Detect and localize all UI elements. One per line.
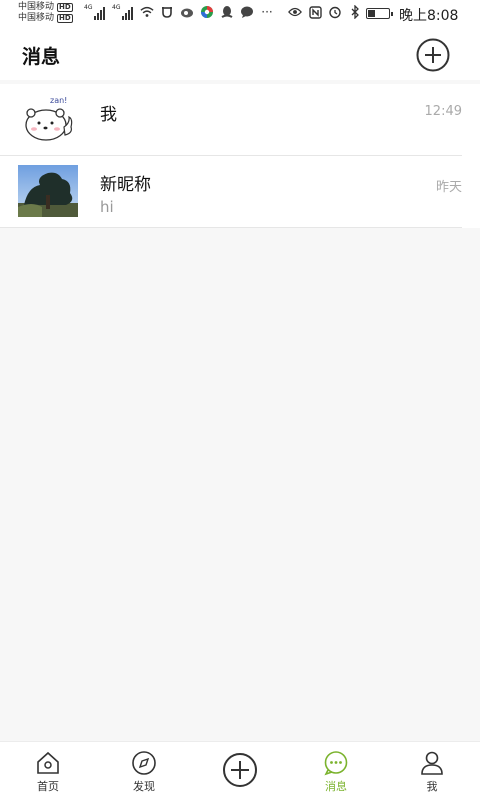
user-icon	[421, 751, 443, 775]
tab-me[interactable]: 我	[384, 742, 480, 800]
page-title: 消息	[22, 46, 61, 68]
add-button[interactable]	[416, 38, 450, 72]
tree-photo-icon	[18, 165, 78, 217]
carrier-2: 中国移动	[18, 13, 55, 23]
carrier-1: 中国移动	[18, 2, 55, 12]
message-bubble-icon	[240, 5, 254, 19]
conversation-name: 新昵称	[100, 175, 151, 195]
home-icon	[37, 751, 59, 774]
tab-label: 消息	[325, 780, 347, 793]
hd-badge: HD	[57, 14, 73, 23]
compass-icon	[132, 751, 156, 775]
conversation-item[interactable]: zan! 我 12:49	[0, 84, 462, 156]
tab-home[interactable]: 首页	[0, 742, 96, 800]
plus-circle-icon	[416, 38, 450, 72]
status-bar: 中国移动 HD 中国移动 HD 4G 4G ··· 晚上8:08	[0, 0, 480, 28]
more-icon: ···	[261, 5, 273, 19]
conversation-preview: hi	[100, 198, 114, 216]
alarm-icon	[328, 5, 342, 19]
status-time: 晚上8:08	[399, 8, 459, 24]
signal-icon: 4G	[112, 4, 134, 20]
svg-text:zan!: zan!	[50, 96, 67, 105]
tab-add[interactable]	[192, 742, 288, 800]
conversation-name: 我	[100, 105, 117, 125]
bluetooth-icon	[348, 5, 362, 19]
eye-icon	[288, 5, 302, 19]
wifi-icon	[140, 5, 154, 19]
bear-sticker-icon: zan!	[18, 93, 78, 145]
app-icon	[160, 5, 174, 19]
colorful-app-icon	[200, 5, 214, 19]
chat-icon	[324, 751, 348, 776]
tab-messages[interactable]: 消息	[288, 742, 384, 800]
nfc-icon	[308, 5, 322, 19]
tab-label: 发现	[133, 780, 155, 793]
conversation-list: zan! 我 12:49 新昵称 hi 昨天	[0, 84, 480, 228]
carrier-info: 中国移动 HD 中国移动 HD	[18, 2, 73, 24]
avatar: zan!	[18, 93, 78, 145]
tab-label: 首页	[37, 780, 59, 793]
conversation-time: 12:49	[424, 104, 462, 119]
tab-label: 我	[426, 780, 438, 793]
tab-discover[interactable]: 发现	[96, 742, 192, 800]
bottom-tab-bar: 首页 发现 消息 我	[0, 741, 480, 800]
avatar	[18, 165, 78, 217]
system-icons	[288, 5, 362, 19]
qq-icon	[220, 5, 234, 19]
signal-icon: 4G	[84, 4, 106, 20]
add-circle-icon	[223, 753, 257, 787]
conversation-item[interactable]: 新昵称 hi 昨天	[0, 156, 462, 228]
notification-icons: ···	[140, 5, 274, 19]
weibo-icon	[180, 5, 194, 19]
page-header: 消息	[0, 28, 480, 80]
hd-badge: HD	[57, 3, 73, 12]
battery-icon	[366, 8, 393, 19]
conversation-time: 昨天	[435, 180, 462, 195]
